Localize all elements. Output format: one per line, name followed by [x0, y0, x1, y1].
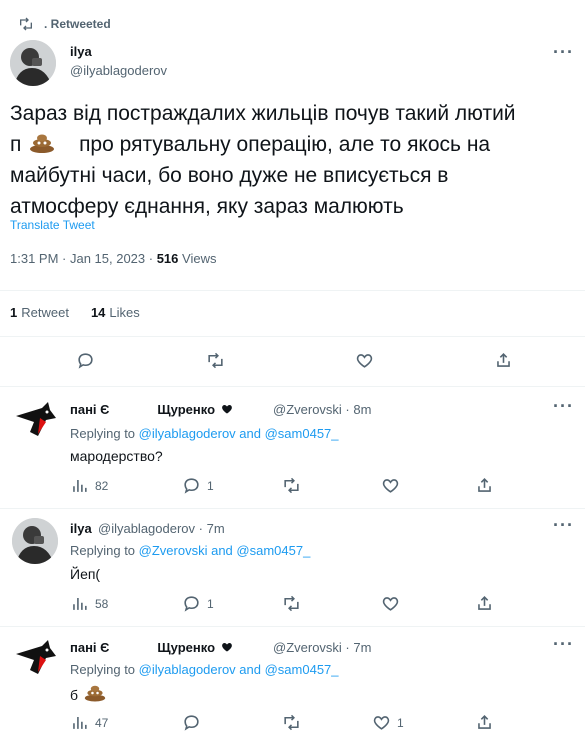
retweets-stat[interactable]: 1 Retweet [10, 305, 69, 320]
retweet-button[interactable] [282, 713, 301, 732]
author-handle[interactable]: @ilyablagoderov [70, 63, 167, 78]
tweet-text: Зараз від постраждалих жильців почув так… [10, 102, 516, 218]
poop-emoji-icon [84, 685, 106, 702]
likes-stat[interactable]: 14 Likes [91, 305, 140, 320]
retweet-icon [284, 477, 299, 494]
divider [0, 626, 585, 627]
heart-icon [356, 354, 373, 368]
heart-icon [382, 479, 399, 493]
heart-badge-icon [221, 643, 232, 652]
heart-badge-icon [221, 405, 232, 414]
main-tweet-actions [0, 351, 585, 375]
retweet-button[interactable] [282, 594, 301, 613]
avatar[interactable] [12, 518, 58, 564]
reply-text: Йеп( [70, 566, 101, 582]
more-options-icon[interactable]: ··· [553, 396, 574, 417]
views-button[interactable]: 47 [70, 713, 108, 732]
avatar[interactable] [12, 634, 58, 680]
retweet-icon [208, 352, 223, 369]
replying-to: Replying to @Zverovski and @sam0457_ [70, 543, 311, 558]
reply-button[interactable] [76, 351, 95, 370]
retweeted-label: . Retweeted [44, 17, 111, 31]
like-button[interactable]: 1 [372, 713, 404, 732]
heart-icon [382, 597, 399, 611]
tweet-stats: 1 Retweet 14 Likes [10, 305, 140, 320]
reply-icon [78, 353, 93, 369]
replying-to: Replying to @ilyablagoderov and @sam0457… [70, 662, 339, 677]
like-button[interactable] [355, 351, 374, 370]
reply-text: б [70, 684, 108, 703]
reply-button[interactable] [182, 713, 207, 732]
reply-handle-time[interactable]: @Zverovski · 7m [273, 640, 371, 655]
mention-link[interactable]: @Zverovski [139, 543, 208, 558]
views-button[interactable]: 82 [70, 476, 108, 495]
mention-link[interactable]: @ilyablagoderov [139, 662, 236, 677]
retweet-button[interactable] [282, 476, 301, 495]
share-button[interactable] [475, 594, 494, 613]
translate-tweet-link[interactable]: Translate Tweet [10, 218, 95, 232]
avatar[interactable] [10, 40, 56, 86]
reply-author-name[interactable]: ilya [70, 521, 92, 536]
mention-link[interactable]: @sam0457_ [265, 662, 339, 677]
share-button[interactable] [475, 713, 494, 732]
views-icon [73, 716, 87, 729]
reply-actions: 58 1 [0, 594, 585, 618]
avatar[interactable] [12, 396, 58, 442]
reply-button[interactable]: 1 [182, 476, 214, 495]
more-options-icon[interactable]: ··· [553, 634, 574, 655]
reply-icon [184, 715, 199, 731]
mention-link[interactable]: @sam0457_ [265, 426, 339, 441]
divider [0, 508, 585, 509]
author-name[interactable]: ilya [70, 44, 92, 59]
share-icon [478, 715, 491, 729]
share-button[interactable] [494, 351, 513, 370]
reply-text: мародерство? [70, 448, 163, 464]
views-button[interactable]: 58 [70, 594, 108, 613]
replying-to: Replying to @ilyablagoderov and @sam0457… [70, 426, 339, 441]
divider [0, 386, 585, 387]
share-button[interactable] [475, 476, 494, 495]
mention-link[interactable]: @ilyablagoderov [139, 426, 236, 441]
reply-handle-time[interactable]: @ilyablagoderov · 7m [98, 521, 225, 536]
retweet-icon [20, 17, 32, 31]
divider [0, 336, 585, 337]
views-icon [73, 479, 87, 492]
more-options-icon[interactable]: ··· [553, 42, 574, 63]
more-options-icon[interactable]: ··· [553, 515, 574, 536]
retweet-button[interactable] [206, 351, 225, 370]
reply-actions: 47 1 [0, 713, 585, 737]
retweeted-header: . Retweeted [18, 16, 111, 32]
divider [0, 290, 585, 291]
reply-icon [184, 596, 199, 612]
reply-icon [184, 478, 199, 494]
reply-handle-time[interactable]: @Zverovski · 8m [273, 402, 371, 417]
mention-link[interactable]: @sam0457_ [236, 543, 310, 558]
like-button[interactable] [381, 476, 400, 495]
reply-author-name[interactable]: пані Є Щуренко [70, 640, 233, 655]
retweet-icon [284, 714, 299, 731]
tweet-meta: 1:31 PM · Jan 15, 2023 · 516 Views [10, 251, 217, 266]
reply-author-name[interactable]: пані Є Щуренко [70, 402, 233, 417]
reply-actions: 82 1 [0, 476, 585, 500]
retweet-icon [284, 595, 299, 612]
poop-emoji-icon [30, 134, 55, 153]
share-icon [478, 478, 491, 492]
share-icon [497, 353, 510, 367]
share-icon [478, 596, 491, 610]
views-icon [73, 597, 87, 610]
heart-icon [373, 716, 390, 730]
like-button[interactable] [381, 594, 400, 613]
reply-button[interactable]: 1 [182, 594, 214, 613]
